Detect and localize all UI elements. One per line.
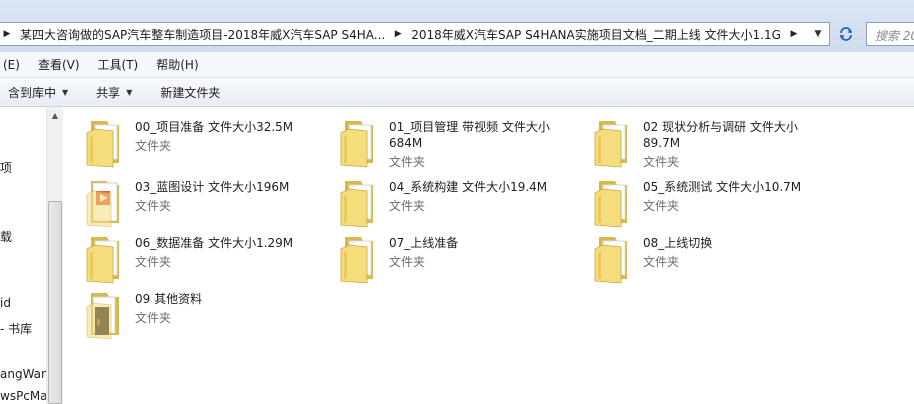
folder-type: 文件夹 bbox=[135, 199, 172, 213]
folder-item[interactable]: 01_项目管理 带视频 文件大小684M 文件夹 bbox=[337, 117, 587, 171]
folder-icon bbox=[340, 181, 373, 228]
breadcrumb-chevron-icon[interactable]: ▶ bbox=[0, 29, 16, 39]
include-in-library-button[interactable]: 含到库中 ▼ bbox=[0, 78, 82, 107]
menu-help[interactable]: 帮助(H) bbox=[147, 56, 207, 73]
menu-tools[interactable]: 工具(T) bbox=[89, 56, 148, 73]
folder-type: 文件夹 bbox=[135, 255, 172, 269]
folder-item[interactable]: 04_系统构建 文件大小19.4M 文件夹 bbox=[337, 177, 587, 231]
folder-name: 07_上线准备 bbox=[389, 236, 459, 250]
chevron-down-icon: ▼ bbox=[62, 87, 69, 97]
window-controls bbox=[850, 2, 914, 20]
address-dropdown-icon[interactable]: ▼ bbox=[807, 23, 829, 45]
folder-item[interactable]: 06_数据准备 文件大小1.29M 文件夹 bbox=[83, 233, 333, 287]
folder-item[interactable]: 02 现状分析与调研 文件大小89.7M 文件夹 bbox=[591, 117, 841, 171]
folder-name: 02 现状分析与调研 文件大小89.7M bbox=[643, 120, 798, 150]
folder-item[interactable]: 08_上线切换 文件夹 bbox=[591, 233, 841, 287]
breadcrumb-item-project[interactable]: 某四大咨询做的SAP汽车整车制造项目-2018年威X汽车SAP S4HA... bbox=[16, 26, 389, 43]
folder-name: 05_系统测试 文件大小10.7M bbox=[643, 180, 802, 194]
breadcrumb-chevron-icon[interactable]: ▶ bbox=[785, 29, 803, 39]
menu-edit[interactable]: (E) bbox=[0, 58, 29, 72]
folder-name: 08_上线切换 bbox=[643, 236, 713, 250]
folder-name: 01_项目管理 带视频 文件大小684M bbox=[389, 120, 550, 150]
nav-item[interactable]: id bbox=[0, 296, 11, 310]
folder-name: 00_项目准备 文件大小32.5M bbox=[135, 120, 294, 134]
menu-bar: (E) 查看(V) 工具(T) 帮助(H) bbox=[0, 52, 914, 78]
folder-document-icon bbox=[86, 181, 119, 228]
folder-type: 文件夹 bbox=[389, 155, 426, 169]
nav-item-library[interactable]: - 书库 bbox=[0, 320, 32, 337]
nav-item[interactable]: angWan bbox=[0, 367, 49, 381]
file-list: 00_项目准备 文件大小32.5M 文件夹 01_项目管理 带视频 文件大小68… bbox=[63, 107, 914, 404]
scroll-up-icon[interactable]: ▲ bbox=[47, 107, 63, 124]
breadcrumb-chevron-icon[interactable]: ▶ bbox=[389, 29, 407, 39]
folder-icon bbox=[86, 237, 119, 284]
include-in-library-label: 含到库中 bbox=[8, 85, 57, 100]
folder-item[interactable]: 07_上线准备 文件夹 bbox=[337, 233, 587, 287]
nav-item[interactable]: wsPcMa bbox=[0, 389, 48, 403]
folder-icon bbox=[594, 237, 627, 284]
folder-icon bbox=[340, 237, 373, 284]
folder-name: 03_蓝图设计 文件大小196M bbox=[135, 180, 290, 194]
address-bar[interactable]: ▶ 某四大咨询做的SAP汽车整车制造项目-2018年威X汽车SAP S4HA..… bbox=[0, 22, 830, 46]
refresh-button[interactable] bbox=[834, 22, 858, 46]
share-button[interactable]: 共享 ▼ bbox=[82, 78, 146, 107]
folder-black-doc-icon bbox=[86, 293, 119, 340]
nav-item[interactable]: 项 bbox=[0, 159, 12, 176]
refresh-icon bbox=[840, 27, 852, 41]
folder-item[interactable]: 00_项目准备 文件大小32.5M 文件夹 bbox=[83, 117, 333, 171]
scroll-thumb[interactable] bbox=[48, 201, 62, 404]
folder-icon bbox=[86, 121, 119, 168]
folder-type: 文件夹 bbox=[389, 255, 426, 269]
folder-type: 文件夹 bbox=[643, 155, 680, 169]
folder-item[interactable]: 03_蓝图设计 文件大小196M 文件夹 bbox=[83, 177, 333, 231]
address-row: ▶ 某四大咨询做的SAP汽车整车制造项目-2018年威X汽车SAP S4HA..… bbox=[0, 0, 914, 52]
folder-name: 06_数据准备 文件大小1.29M bbox=[135, 236, 294, 250]
menu-view[interactable]: 查看(V) bbox=[29, 56, 89, 73]
new-folder-label: 新建文件夹 bbox=[160, 85, 221, 100]
window-frame-icon bbox=[850, 2, 914, 20]
folder-type: 文件夹 bbox=[135, 139, 172, 153]
folder-icon bbox=[594, 121, 627, 168]
folder-type: 文件夹 bbox=[643, 199, 680, 213]
new-folder-button[interactable]: 新建文件夹 bbox=[146, 78, 234, 107]
command-bar: 含到库中 ▼ 共享 ▼ 新建文件夹 bbox=[0, 78, 914, 107]
folder-icon bbox=[340, 121, 373, 168]
nav-item[interactable]: 载 bbox=[0, 228, 12, 245]
share-label: 共享 bbox=[96, 85, 121, 100]
folder-type: 文件夹 bbox=[389, 199, 426, 213]
folder-name: 09 其他资料 bbox=[135, 292, 203, 306]
breadcrumb-item-docs[interactable]: 2018年威X汽车SAP S4HANA实施项目文档_二期上线 文件大小1.1G bbox=[407, 26, 785, 43]
folder-icon bbox=[594, 181, 627, 228]
chevron-down-icon: ▼ bbox=[126, 87, 133, 97]
folder-name: 04_系统构建 文件大小19.4M bbox=[389, 180, 548, 194]
nav-scrollbar[interactable]: ▲ bbox=[46, 107, 63, 404]
folder-item[interactable]: 09 其他资料 文件夹 bbox=[83, 289, 333, 343]
folder-type: 文件夹 bbox=[643, 255, 680, 269]
folder-type: 文件夹 bbox=[135, 311, 172, 325]
folder-item[interactable]: 05_系统测试 文件大小10.7M 文件夹 bbox=[591, 177, 841, 231]
search-input[interactable]: 搜索 20 bbox=[866, 22, 914, 46]
